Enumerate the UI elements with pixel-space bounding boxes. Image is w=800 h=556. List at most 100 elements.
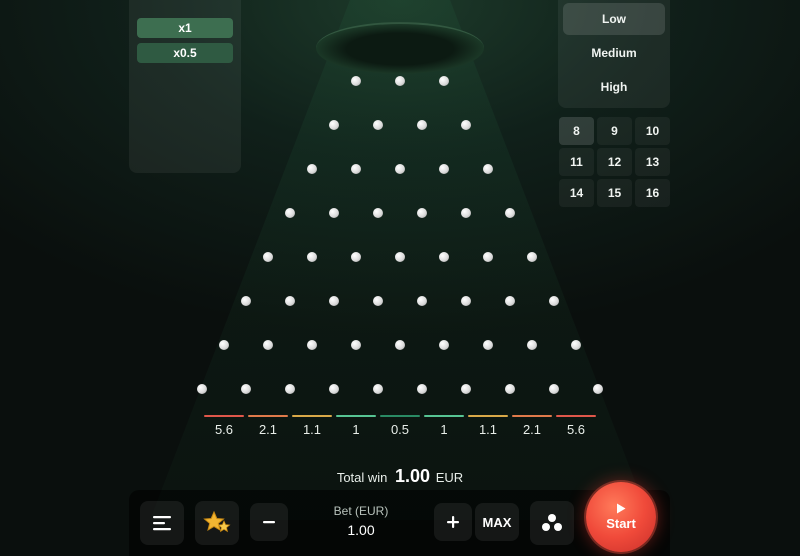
start-label: Start bbox=[606, 516, 636, 531]
bucket-bar bbox=[204, 415, 244, 417]
bucket-multiplier: 1.1 bbox=[478, 422, 498, 437]
bucket: 5.6 bbox=[204, 415, 244, 443]
menu-button[interactable] bbox=[140, 501, 184, 545]
peg bbox=[439, 164, 449, 174]
max-bet-button[interactable]: MAX bbox=[475, 503, 519, 541]
bucket: 2.1 bbox=[248, 415, 288, 443]
bet-value: 1.00 bbox=[347, 522, 375, 538]
bucket-multiplier: 1 bbox=[352, 422, 360, 437]
risk-high-button[interactable]: High bbox=[563, 71, 665, 103]
rows-option-12[interactable]: 12 bbox=[597, 148, 632, 176]
bucket-bar bbox=[556, 415, 596, 417]
peg bbox=[285, 296, 295, 306]
bucket: 1.1 bbox=[468, 415, 508, 443]
bucket-multiplier: 5.6 bbox=[214, 422, 234, 437]
peg bbox=[549, 296, 559, 306]
peg bbox=[329, 296, 339, 306]
peg bbox=[461, 296, 471, 306]
peg bbox=[263, 252, 273, 262]
peg bbox=[373, 384, 383, 394]
peg bbox=[483, 340, 493, 350]
risk-medium-button[interactable]: Medium bbox=[563, 37, 665, 69]
peg bbox=[329, 120, 339, 130]
rows-option-16[interactable]: 16 bbox=[635, 179, 670, 207]
decrease-bet-button[interactable] bbox=[250, 503, 288, 541]
peg bbox=[527, 340, 537, 350]
start-button[interactable]: Start bbox=[586, 482, 656, 552]
bucket: 5.6 bbox=[556, 415, 596, 443]
autoplay-button[interactable] bbox=[530, 501, 574, 545]
total-win-amount: 1.00 bbox=[395, 466, 431, 486]
peg bbox=[307, 340, 317, 350]
bucket-multiplier: 0.5 bbox=[390, 422, 410, 437]
peg bbox=[263, 340, 273, 350]
peg bbox=[329, 208, 339, 218]
peg bbox=[395, 164, 405, 174]
peg bbox=[439, 252, 449, 262]
peg bbox=[307, 252, 317, 262]
bucket-bar bbox=[336, 415, 376, 417]
balls-icon bbox=[542, 514, 562, 531]
peg bbox=[483, 164, 493, 174]
bucket-multiplier: 2.1 bbox=[258, 422, 278, 437]
peg bbox=[505, 208, 515, 218]
bet-display: Bet (EUR) 1.00 bbox=[299, 504, 423, 538]
rows-option-9[interactable]: 9 bbox=[597, 117, 632, 145]
peg bbox=[373, 296, 383, 306]
total-win-currency: EUR bbox=[435, 470, 464, 485]
peg bbox=[395, 76, 405, 86]
risk-low-button[interactable]: Low bbox=[563, 3, 665, 35]
peg bbox=[373, 208, 383, 218]
peg bbox=[351, 340, 361, 350]
peg bbox=[417, 296, 427, 306]
bucket-bar bbox=[292, 415, 332, 417]
rows-option-15[interactable]: 15 bbox=[597, 179, 632, 207]
bucket: 1 bbox=[336, 415, 376, 443]
peg bbox=[461, 384, 471, 394]
bucket-bar bbox=[248, 415, 288, 417]
bucket-bar bbox=[424, 415, 464, 417]
rows-option-10[interactable]: 10 bbox=[635, 117, 670, 145]
peg bbox=[461, 120, 471, 130]
increase-bet-button[interactable] bbox=[434, 503, 472, 541]
stars-icon bbox=[203, 510, 231, 533]
plus-icon bbox=[447, 516, 459, 528]
ball-drop-funnel bbox=[316, 22, 484, 74]
bucket-bar bbox=[380, 415, 420, 417]
bucket: 1 bbox=[424, 415, 464, 443]
bucket-multiplier: 1.1 bbox=[302, 422, 322, 437]
rows-option-8[interactable]: 8 bbox=[559, 117, 594, 145]
peg bbox=[505, 296, 515, 306]
peg bbox=[285, 384, 295, 394]
bucket-multiplier: 1 bbox=[440, 422, 448, 437]
peg bbox=[483, 252, 493, 262]
bucket-bar bbox=[512, 415, 552, 417]
peg bbox=[197, 384, 207, 394]
rows-option-13[interactable]: 13 bbox=[635, 148, 670, 176]
peg bbox=[527, 252, 537, 262]
multiplier-x0.5-button[interactable]: x0.5 bbox=[137, 43, 233, 63]
peg bbox=[329, 384, 339, 394]
risk-panel: Low Medium High bbox=[558, 0, 670, 108]
peg bbox=[241, 384, 251, 394]
rows-option-11[interactable]: 11 bbox=[559, 148, 594, 176]
peg bbox=[373, 120, 383, 130]
minus-icon bbox=[263, 521, 275, 524]
peg bbox=[351, 164, 361, 174]
peg bbox=[417, 208, 427, 218]
rows-option-14[interactable]: 14 bbox=[559, 179, 594, 207]
peg bbox=[241, 296, 251, 306]
peg bbox=[571, 340, 581, 350]
favorites-button[interactable] bbox=[195, 501, 239, 545]
peg bbox=[351, 76, 361, 86]
peg bbox=[593, 384, 603, 394]
multiplier-x1-button[interactable]: x1 bbox=[137, 18, 233, 38]
multiplier-panel: x1 x0.5 bbox=[129, 0, 241, 173]
total-win: Total win 1.00 EUR bbox=[0, 466, 800, 487]
bet-label: Bet (EUR) bbox=[333, 504, 389, 518]
peg bbox=[285, 208, 295, 218]
peg bbox=[461, 208, 471, 218]
total-win-label: Total win bbox=[336, 470, 388, 485]
bucket-bar bbox=[468, 415, 508, 417]
bucket: 1.1 bbox=[292, 415, 332, 443]
